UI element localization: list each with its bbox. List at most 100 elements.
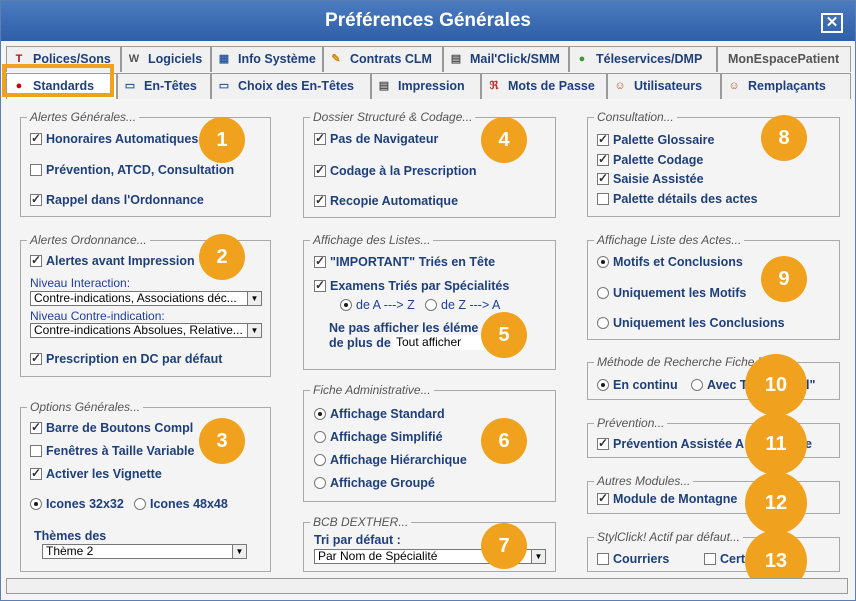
checkbox-box [597,491,609,505]
option-label: Codage à la Prescription [330,164,477,178]
palette-codage-checkbox[interactable]: Palette Codage [597,152,703,167]
vignette-checkbox[interactable]: Activer les Vignette [30,466,162,481]
tab-label: Téleservices/DMP [596,52,703,66]
option-label: Cert [720,552,746,566]
checkbox-box [30,420,42,434]
honoraires-checkbox[interactable]: Honoraires Automatiques [30,131,198,146]
tab-utilisateurs[interactable]: ☺ Utilisateurs [607,73,721,99]
group-title: BCB DEXTHER... [310,515,412,529]
radio-dot [314,431,326,443]
uniquement-motifs-radio[interactable]: Uniquement les Motifs [597,286,746,300]
certificats-checkbox[interactable]: Cert [704,552,745,566]
pas-navigateur-checkbox[interactable]: Pas de Navigateur [314,131,438,146]
key-icon: ℜ [489,80,499,92]
theme-select[interactable]: Thème 2 ▼ [42,544,247,559]
tab-contrats-clm[interactable]: ✎ Contrats CLM [323,46,443,72]
en-continu-radio[interactable]: En continu [597,378,678,392]
fenetres-taille-checkbox[interactable]: Fenêtres à Taille Variable [30,444,194,458]
option-label: Prescription en DC par défaut [46,352,223,366]
themes-label: Thèmes des [34,529,107,543]
tab-teleservices-dmp[interactable]: ● Téleservices/DMP [569,46,717,72]
group-title: Autres Modules... [594,474,694,488]
tab-choix-en-tetes[interactable]: ▭ Choix des En-Têtes [211,73,371,99]
radio-dot [597,317,609,329]
tab-remplacants[interactable]: ☺ Remplaçants [721,73,851,99]
option-label: Affichage Hiérarchique [330,453,467,467]
option-label: Affichage Standard [330,407,445,421]
checkbox-box [30,351,42,365]
window-title: Préférences Générales [325,10,531,31]
codage-prescription-checkbox[interactable]: Codage à la Prescription [314,163,477,178]
prevention-assistee-checkbox[interactable]: Prévention Assistée A [597,436,745,451]
tout-afficher-select[interactable]: Tout afficher [392,335,492,350]
option-label: Prévention Assistée A [613,437,745,451]
tab-mots-de-passe[interactable]: ℜ Mots de Passe [481,73,607,99]
option-label: Uniquement les Conclusions [613,316,785,330]
tri-az-radio[interactable]: de A ---> Z [340,298,415,312]
standards-tab-highlight [2,64,114,97]
tab-en-tetes[interactable]: ▭ En-Têtes [117,73,211,99]
courriers-checkbox[interactable]: Courriers [597,552,669,566]
option-label: Rappel dans l'Ordonnance [46,193,204,207]
uniquement-conclusions-radio[interactable]: Uniquement les Conclusions [597,316,785,330]
user-icon: ☺ [614,80,626,92]
radio-dot [340,299,352,311]
niveau-interaction-select[interactable]: Contre-indications, Associations déc... ▼ [30,291,262,306]
option-label: Prévention, ATCD, Consultation [46,163,235,177]
tab-info-systeme[interactable]: ▦ Info Système [211,46,323,72]
rappel-ordonnance-checkbox[interactable]: Rappel dans l'Ordonnance [30,192,204,207]
radio-dot [30,498,42,510]
option-label: Fenêtres à Taille Variable [46,444,195,458]
callout-badge-9: 9 [761,256,807,302]
icones-32-radio[interactable]: Icones 32x32 [30,497,124,511]
option-label: de Z ---> A [441,298,501,312]
palette-glossaire-checkbox[interactable]: Palette Glossaire [597,132,714,147]
affichage-standard-radio[interactable]: Affichage Standard [314,407,445,421]
checkbox-box [597,193,609,205]
checkbox-box [314,278,326,292]
close-button[interactable]: ✕ [821,13,843,33]
checkbox-box [30,445,42,457]
tab-label: MonEspacePatient [728,52,840,66]
group-title: Consultation... [594,110,677,124]
niveau-ci-select[interactable]: Contre-indications Absolues, Relative...… [30,323,262,338]
tab-mailclick-smm[interactable]: ▤ Mail'Click/SMM [443,46,569,72]
checkbox-box [30,192,42,206]
important-tete-checkbox[interactable]: "IMPORTANT" Triés en Tête [314,254,495,269]
tab-impression[interactable]: ▤ Impression [371,73,481,99]
recopie-auto-checkbox[interactable]: Recopie Automatique [314,193,458,208]
examens-tries-checkbox[interactable]: Examens Triés par Spécialités [314,278,509,293]
ne-pas-afficher-label: Ne pas afficher les éléme [329,321,479,335]
radio-dot [597,379,609,391]
affichage-hierarchique-radio[interactable]: Affichage Hiérarchique [314,453,467,467]
icones-48-radio[interactable]: Icones 48x48 [134,497,228,511]
chevron-down-icon: ▼ [531,550,545,563]
motifs-conclusions-radio[interactable]: Motifs et Conclusions [597,255,743,269]
affichage-groupe-radio[interactable]: Affichage Groupé [314,476,435,490]
callout-badge-12: 12 [745,472,807,534]
radio-dot [134,498,146,510]
module-montagne-checkbox[interactable]: Module de Montagne [597,491,737,506]
saisie-assistee-checkbox[interactable]: Saisie Assistée [597,171,704,186]
mail-icon: ▤ [450,53,462,65]
alertes-impression-checkbox[interactable]: Alertes avant Impression [30,253,195,268]
tab-monespacepatient[interactable]: MonEspacePatient [717,46,851,72]
tab-label: Info Système [238,52,316,66]
group-title: StylClick! Actif par défaut... [594,530,743,544]
checkbox-box [30,164,42,176]
option-label: Barre de Boutons Compl [46,421,194,435]
tri-za-radio[interactable]: de Z ---> A [425,298,500,312]
callout-badge-8: 8 [761,115,807,161]
prevention-atcd-checkbox[interactable]: Prévention, ATCD, Consultation [30,163,234,177]
avec-touche-radio[interactable]: Avec T [691,378,748,392]
barre-boutons-checkbox[interactable]: Barre de Boutons Compl [30,420,194,435]
chevron-down-icon: ▼ [247,324,261,337]
callout-badge-4: 4 [481,117,527,163]
palette-details-checkbox[interactable]: Palette détails des actes [597,192,758,206]
select-value: Contre-indications Absolues, Relative... [34,323,243,337]
affichage-simplifie-radio[interactable]: Affichage Simplifié [314,430,443,444]
de-plus-de-label: de plus de [329,336,391,350]
prescription-dc-checkbox[interactable]: Prescription en DC par défaut [30,351,223,366]
callout-badge-6: 6 [481,418,527,464]
tab-logiciels[interactable]: W Logiciels [121,46,211,72]
